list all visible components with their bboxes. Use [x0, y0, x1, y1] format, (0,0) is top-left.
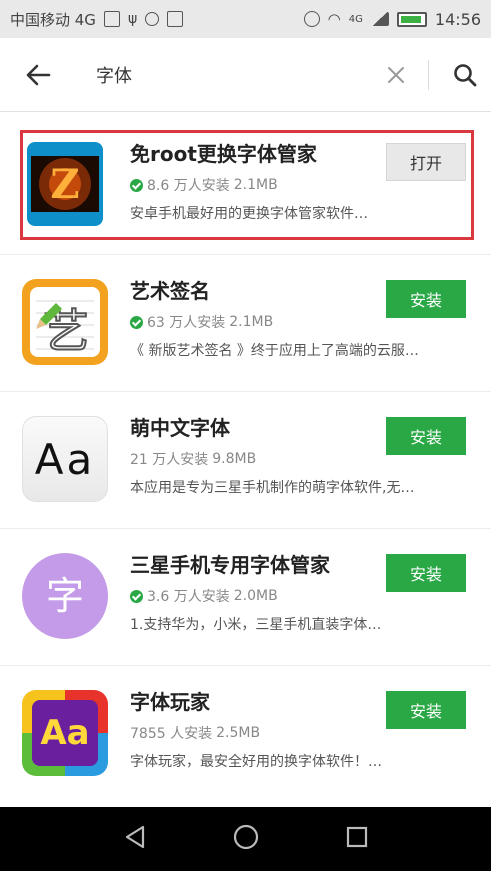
app-size: 2.0MB [233, 588, 278, 604]
install-count: 7855 人安装 [130, 726, 213, 742]
verified-check-icon [130, 315, 143, 329]
zi-character-glyph: 字 [45, 574, 84, 618]
header-divider [428, 59, 429, 90]
fire-z-icon: Z [27, 142, 103, 226]
app-description: 安卓手机最好用的更换字体管家软件… [130, 206, 368, 222]
nav-back-button[interactable] [122, 824, 148, 854]
back-button[interactable] [0, 38, 76, 112]
app-title: 萌中文字体 [130, 416, 230, 440]
app-meta: 63 万人安装 2.1MB [130, 312, 376, 332]
aa-badge: Aa [32, 700, 98, 766]
battery-icon [396, 11, 427, 27]
clear-search-button[interactable] [374, 38, 418, 112]
art-signature-icon: 艺 [22, 279, 108, 365]
aa-badge-glyph: Aa [40, 713, 90, 753]
list-item[interactable]: Aa 萌中文字体 21 万人安装 9.8MB 本应用是专为三星手机制作的萌字体软… [0, 392, 491, 529]
list-item[interactable]: Aa 字体玩家 7855 人安装 2.5MB 字体玩家，最安全好用的换字体软件！… [0, 666, 491, 803]
install-button[interactable]: 安装 [386, 417, 466, 455]
app-title: 免root更换字体管家 [130, 142, 317, 166]
nav-home-button[interactable] [232, 823, 260, 855]
install-count: 63 万人安装 [147, 315, 226, 331]
aa-font-icon: Aa [22, 416, 108, 502]
app-meta: 8.6 万人安装 2.1MB [130, 175, 376, 195]
install-count: 3.6 万人安装 [147, 589, 230, 605]
square-recents-icon [346, 826, 367, 848]
app-info: 免root更换字体管家 8.6 万人安装 2.1MB 安卓手机最好用的更换字体管… [130, 138, 376, 223]
app-size: 2.1MB [233, 177, 278, 193]
open-button[interactable]: 打开 [386, 143, 466, 181]
app-size: 2.5MB [216, 725, 261, 741]
close-icon [388, 66, 404, 83]
app-meta: 7855 人安装 2.5MB [130, 723, 376, 743]
wifi-icon: ◠ [327, 10, 341, 28]
app-meta: 3.6 万人安装 2.0MB [130, 586, 376, 606]
usb-icon: ψ [127, 11, 138, 27]
install-button[interactable]: 安装 [386, 691, 466, 729]
app-meta: 21 万人安装 9.8MB [130, 449, 376, 469]
app-list: Z 免root更换字体管家 8.6 万人安装 2.1MB 安卓手机最好用的更换字… [0, 118, 491, 803]
install-count: 21 万人安装 [130, 452, 209, 468]
app-info: 艺术签名 63 万人安装 2.1MB 《 新版艺术签名 》终于应用上了高端的云服… [130, 275, 419, 360]
install-count: 8.6 万人安装 [147, 178, 230, 194]
app-info: 萌中文字体 21 万人安装 9.8MB 本应用是专为三星手机制作的萌字体软件,无… [130, 412, 414, 497]
list-item[interactable]: 字 三星手机专用字体管家 3.6 万人安装 2.0MB 1.支持华为，小米，三星… [0, 529, 491, 666]
app-title: 三星手机专用字体管家 [130, 553, 330, 577]
carrier-label: 中国移动 4G [10, 10, 96, 29]
list-item[interactable]: 艺 艺术签名 63 万人安装 2.1MB 《 新版艺术签名 》终于应用上了高端的… [0, 255, 491, 392]
status-bar: 中国移动 4G ψ ◠ 4G 14:56 [0, 0, 491, 38]
search-button[interactable] [439, 38, 491, 112]
app-description: 1.支持华为，小米，三星手机直装字体… [130, 617, 382, 633]
network-type-label: 4G [348, 13, 363, 25]
list-item[interactable]: Z 免root更换字体管家 8.6 万人安装 2.1MB 安卓手机最好用的更换字… [0, 118, 491, 255]
triangle-back-icon [126, 825, 145, 849]
notification-image-icon [103, 11, 120, 27]
search-input[interactable]: 字体 [76, 62, 374, 88]
navigation-bar [0, 807, 491, 871]
back-arrow-icon [26, 64, 51, 85]
search-header: 字体 [0, 38, 491, 112]
app-size: 2.1MB [229, 314, 274, 330]
app-description: 《 新版艺术签名 》终于应用上了高端的云服… [130, 343, 419, 359]
colorful-aa-icon: Aa [22, 690, 108, 776]
app-description: 本应用是专为三星手机制作的萌字体软件,无… [130, 480, 415, 496]
app-info: 三星手机专用字体管家 3.6 万人安装 2.0MB 1.支持华为，小米，三星手机… [130, 549, 381, 634]
verified-check-icon [130, 178, 143, 192]
status-time: 14:56 [434, 9, 481, 29]
alarm-icon [303, 11, 320, 27]
svg-text:Z: Z [50, 161, 79, 208]
gallery-icon [167, 11, 184, 27]
install-button[interactable]: 安装 [386, 280, 466, 318]
nav-recents-button[interactable] [345, 825, 369, 853]
verified-check-icon [130, 589, 143, 603]
app-description: 字体玩家，最安全好用的换字体软件！… [130, 754, 382, 770]
app-title: 艺术签名 [130, 279, 210, 303]
app-title: 字体玩家 [130, 690, 210, 714]
app-size: 9.8MB [212, 451, 257, 467]
android-icon [145, 12, 160, 26]
signal-icon [370, 12, 389, 26]
app-info: 字体玩家 7855 人安装 2.5MB 字体玩家，最安全好用的换字体软件！… [130, 686, 382, 771]
circle-home-icon [234, 824, 259, 850]
aa-font-glyph: Aa [34, 435, 96, 484]
zi-character-icon: 字 [22, 553, 108, 639]
install-button[interactable]: 安装 [386, 554, 466, 592]
search-icon [454, 63, 477, 86]
